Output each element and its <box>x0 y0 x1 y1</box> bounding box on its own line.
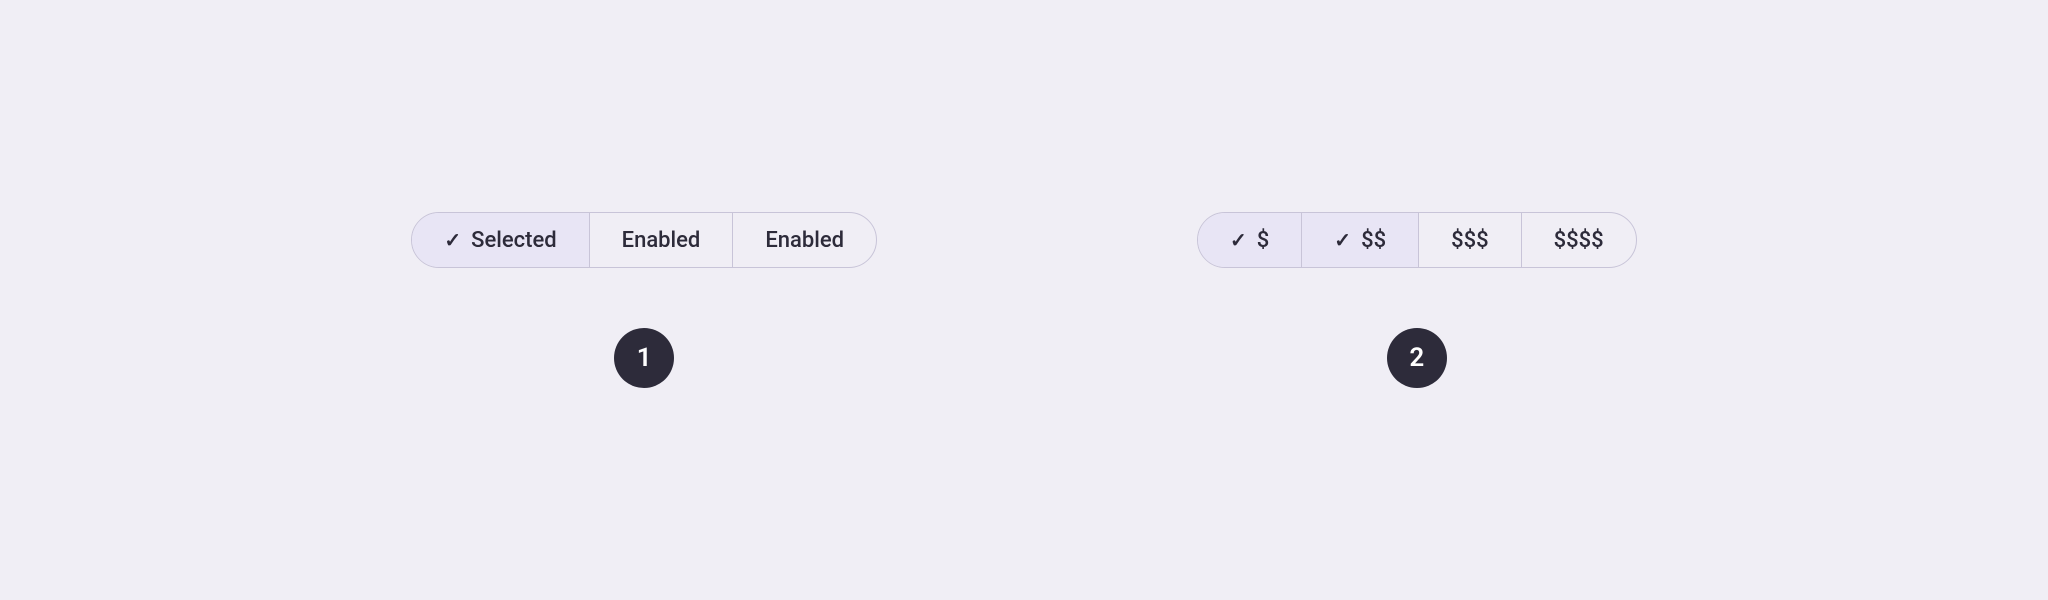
checkmark-icon-2: ✓ <box>1230 228 1247 252</box>
page-container: ✓ Selected Enabled Enabled 1 ✓ $ ✓ $$ <box>0 0 2048 600</box>
badge-1: 1 <box>614 328 674 388</box>
segment-enabled-2[interactable]: Enabled <box>733 213 876 267</box>
segment-dollar-4[interactable]: $$$$ <box>1522 213 1636 267</box>
segment-enabled-1[interactable]: Enabled <box>590 213 734 267</box>
checkmark-icon-1: ✓ <box>444 228 461 252</box>
segmented-control-2[interactable]: ✓ $ ✓ $$ $$$ $$$$ <box>1197 212 1637 268</box>
checkmark-icon-3: ✓ <box>1334 228 1351 252</box>
segment-dollar-3[interactable]: $$$ <box>1419 213 1522 267</box>
segment-dollar-1[interactable]: ✓ $ <box>1198 213 1302 267</box>
segment-dollar-2[interactable]: ✓ $$ <box>1302 213 1419 267</box>
segment-selected-label: Selected <box>471 228 557 253</box>
demo-section-1: ✓ Selected Enabled Enabled 1 <box>411 212 877 388</box>
segment-selected[interactable]: ✓ Selected <box>412 213 589 267</box>
badge-2: 2 <box>1387 328 1447 388</box>
segment-dollar-2-label: $$ <box>1361 228 1386 253</box>
demo-section-2: ✓ $ ✓ $$ $$$ $$$$ 2 <box>1197 212 1637 388</box>
segment-enabled-2-label: Enabled <box>765 228 844 253</box>
segment-enabled-1-label: Enabled <box>622 228 701 253</box>
segment-dollar-3-label: $$$ <box>1451 228 1489 253</box>
segmented-control-1[interactable]: ✓ Selected Enabled Enabled <box>411 212 877 268</box>
segment-dollar-1-label: $ <box>1257 228 1270 253</box>
segment-dollar-4-label: $$$$ <box>1554 228 1604 253</box>
